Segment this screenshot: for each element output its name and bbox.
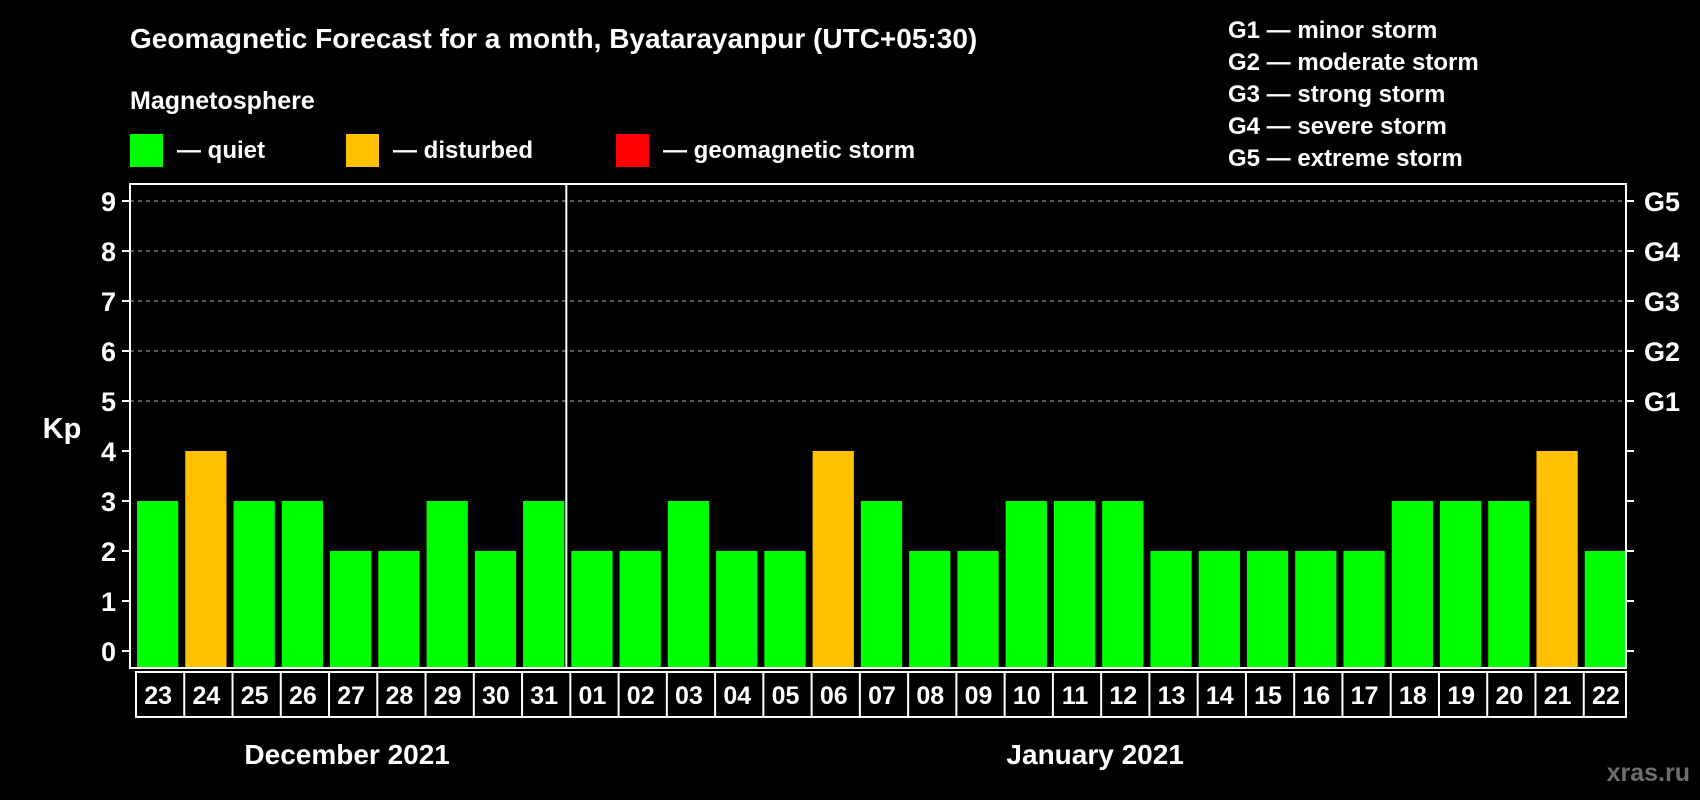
x-tick-label-07: 07 <box>868 682 896 710</box>
bar-24 <box>185 451 227 669</box>
x-tick-label-02: 02 <box>627 682 655 710</box>
legend: — quiet — disturbed — geomagnetic storm <box>130 134 915 167</box>
g-tick-label-G4: G4 <box>1644 237 1680 267</box>
x-tick-label-22: 22 <box>1592 682 1620 710</box>
bar-12 <box>1102 501 1144 669</box>
x-tick-label-14: 14 <box>1206 682 1234 710</box>
bar-14 <box>1198 551 1240 669</box>
y-tick-label-9: 9 <box>101 187 116 217</box>
legend-swatch-2 <box>616 134 649 167</box>
y-tick-label-8: 8 <box>101 237 116 267</box>
x-tick-label-28: 28 <box>386 682 414 710</box>
x-tick-label-20: 20 <box>1495 682 1523 710</box>
storm-level-label-1: G2 — moderate storm <box>1228 49 1479 76</box>
y-tick-label-1: 1 <box>101 587 116 617</box>
y-tick-label-0: 0 <box>101 637 116 667</box>
x-tick-label-09: 09 <box>965 682 993 710</box>
bar-09 <box>957 551 999 669</box>
legend-label-2: — geomagnetic storm <box>663 137 915 164</box>
x-tick-label-05: 05 <box>772 682 800 710</box>
x-tick-label-12: 12 <box>1109 682 1137 710</box>
y-tick-label-3: 3 <box>101 487 116 517</box>
bar-07 <box>860 501 903 669</box>
bar-26 <box>281 501 324 669</box>
bar-15 <box>1246 551 1289 669</box>
x-tick-label-23: 23 <box>144 682 172 710</box>
x-tick-label-15: 15 <box>1254 682 1282 710</box>
bar-10 <box>1005 501 1047 669</box>
bar-28 <box>378 551 420 669</box>
storm-level-label-3: G4 — severe storm <box>1228 113 1447 140</box>
x-tick-label-18: 18 <box>1399 682 1427 710</box>
legend-label-1: — disturbed <box>393 137 533 164</box>
bar-16 <box>1295 551 1337 669</box>
x-tick-label-06: 06 <box>820 682 848 710</box>
x-tick-label-01: 01 <box>579 682 607 710</box>
bar-17 <box>1343 551 1385 669</box>
y-tick-label-6: 6 <box>101 337 116 367</box>
g-tick-label-G2: G2 <box>1644 337 1680 367</box>
y-tick-label-2: 2 <box>101 537 116 567</box>
x-tick-label-19: 19 <box>1447 682 1475 710</box>
chart-title: Geomagnetic Forecast for a month, Byatar… <box>130 23 977 54</box>
bar-11 <box>1053 501 1096 669</box>
bar-18 <box>1391 501 1433 669</box>
bar-27 <box>330 551 372 669</box>
x-tick-label-10: 10 <box>1013 682 1041 710</box>
legend-title: Magnetosphere <box>130 87 315 115</box>
y-axis-label: Kp <box>43 413 82 445</box>
month-label-1: January 2021 <box>1006 739 1183 770</box>
g-tick-label-G1: G1 <box>1644 387 1680 417</box>
y-tick-label-5: 5 <box>101 387 116 417</box>
bar-08 <box>909 551 951 669</box>
bar-21 <box>1536 451 1578 669</box>
bar-20 <box>1488 501 1530 669</box>
g-tick-label-G5: G5 <box>1644 187 1680 217</box>
bar-19 <box>1439 501 1482 669</box>
x-tick-label-30: 30 <box>482 682 510 710</box>
bar-01 <box>571 551 613 669</box>
x-tick-label-24: 24 <box>192 682 220 710</box>
x-tick-label-29: 29 <box>434 682 462 710</box>
watermark: xras.ru <box>1607 759 1690 787</box>
bar-06 <box>812 451 854 669</box>
x-tick-label-31: 31 <box>530 682 558 710</box>
g-tick-label-G3: G3 <box>1644 287 1680 317</box>
storm-level-label-4: G5 — extreme storm <box>1228 145 1463 172</box>
x-tick-label-26: 26 <box>289 682 317 710</box>
bar-22 <box>1584 551 1626 669</box>
x-tick-label-27: 27 <box>337 682 365 710</box>
legend-swatch-0 <box>130 134 163 167</box>
x-tick-label-04: 04 <box>723 682 751 710</box>
bar-23 <box>137 501 179 669</box>
legend-swatch-1 <box>346 134 379 167</box>
bar-03 <box>667 501 710 669</box>
x-tick-label-21: 21 <box>1544 682 1572 710</box>
bar-25 <box>233 501 275 669</box>
bar-29 <box>426 501 468 669</box>
x-tick-label-25: 25 <box>241 682 269 710</box>
bar-30 <box>474 551 517 669</box>
x-tick-label-13: 13 <box>1158 682 1186 710</box>
bar-31 <box>523 501 565 669</box>
x-tick-label-11: 11 <box>1062 682 1089 710</box>
x-tick-label-16: 16 <box>1302 682 1330 710</box>
y-tick-label-4: 4 <box>101 437 116 467</box>
storm-level-label-2: G3 — strong storm <box>1228 81 1445 108</box>
bar-05 <box>764 551 806 669</box>
bar-02 <box>619 551 661 669</box>
x-tick-label-08: 08 <box>916 682 944 710</box>
bar-04 <box>716 551 758 669</box>
y-tick-label-7: 7 <box>101 287 116 317</box>
month-label-0: December 2021 <box>244 739 449 770</box>
storm-level-label-0: G1 — minor storm <box>1228 17 1437 44</box>
x-tick-label-03: 03 <box>675 682 703 710</box>
bar-13 <box>1150 551 1192 669</box>
legend-label-0: — quiet <box>177 137 265 164</box>
x-tick-label-17: 17 <box>1351 682 1379 710</box>
storm-level-legend: G1 — minor storm G2 — moderate storm G3 — … <box>1228 17 1479 172</box>
geomagnetic-forecast-chart: Geomagnetic Forecast for a month, Byatar… <box>43 17 1690 787</box>
plot-area: 0123456789G1G2G3G4G523 24 25 26 27 28 29 30 31 01… <box>101 183 1680 770</box>
